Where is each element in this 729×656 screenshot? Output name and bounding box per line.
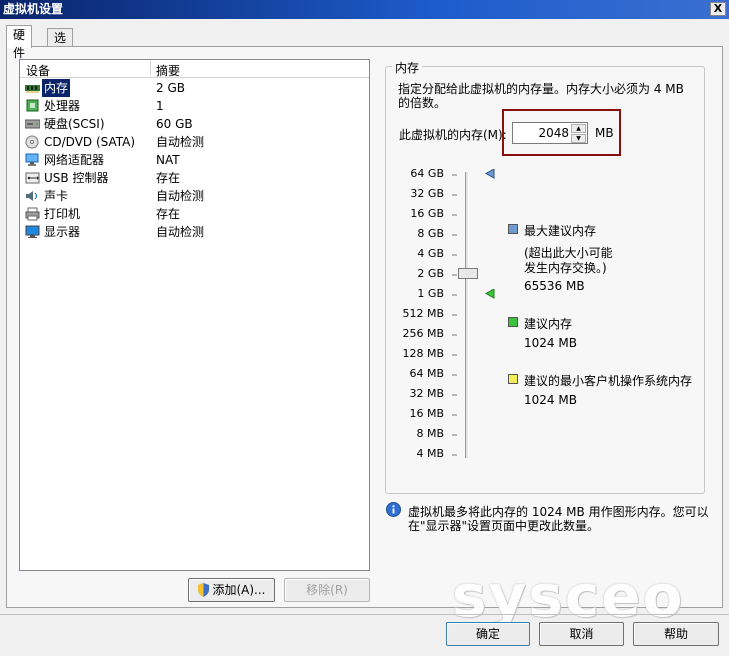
device-row-network-adapter[interactable]: 网络适配器 NAT — [22, 151, 367, 169]
scale-label: 256 MB — [402, 327, 444, 340]
sysceo-watermark: sysceo — [452, 562, 685, 630]
memory-field-label: 此虚拟机的内存(M): — [399, 128, 507, 142]
scale-label: 2 GB — [417, 267, 444, 280]
add-device-button[interactable]: 添加(A)... — [188, 578, 275, 602]
printer-icon — [25, 207, 40, 221]
min-guest-os-legend-icon — [508, 374, 518, 384]
scale-label: 16 MB — [409, 407, 444, 420]
device-name: 硬盘(SCSI) — [44, 117, 105, 131]
scale-label: 128 MB — [402, 347, 444, 360]
info-icon — [386, 502, 401, 517]
device-row-display[interactable]: 显示器 自动检测 — [22, 223, 367, 241]
remove-device-button[interactable]: 移除(R) — [284, 578, 370, 602]
device-summary: 2 GB — [156, 81, 185, 95]
scale-ticks — [452, 174, 457, 456]
scale-label: 512 MB — [402, 307, 444, 320]
memory-unit: MB — [595, 126, 614, 140]
recommended-legend-icon — [508, 317, 518, 327]
device-summary: 自动检测 — [156, 225, 205, 239]
scale-label: 64 MB — [409, 367, 444, 380]
device-row-sound-card[interactable]: 声卡 自动检测 — [22, 187, 367, 205]
max-recommended-legend-icon — [508, 224, 518, 234]
device-name: USB 控制器 — [44, 171, 109, 185]
tab-options[interactable]: 选项 — [47, 28, 74, 63]
min-guest-os-title: 建议的最小客户机操作系统内存 — [524, 374, 693, 388]
scale-label: 32 MB — [409, 387, 444, 400]
ok-button[interactable]: 确定 — [446, 622, 530, 646]
sound-card-icon — [26, 191, 37, 201]
device-name: 内存 — [42, 79, 71, 97]
shield-icon — [198, 583, 210, 597]
device-row-usb[interactable]: USB 控制器 存在 — [22, 169, 367, 187]
device-row-printer[interactable]: 打印机 存在 — [22, 205, 367, 223]
device-summary: 自动检测 — [156, 189, 205, 203]
device-list-header: 设备 摘要 — [20, 60, 369, 78]
device-row-harddisk[interactable]: 硬盘(SCSI) 60 GB — [22, 115, 367, 133]
max-recommended-marker-icon — [485, 169, 495, 179]
device-row-processor[interactable]: 处理器 1 — [22, 97, 367, 115]
device-summary: 存在 — [156, 171, 181, 185]
memory-icon — [25, 85, 40, 93]
processor-icon — [26, 99, 39, 112]
memory-size-spinbox[interactable]: 2048 ▲ ▼ — [512, 122, 588, 144]
graphics-memory-info-line2: 在"显示器"设置页面中更改此数量。 — [408, 519, 600, 533]
scale-label: 8 GB — [417, 227, 444, 240]
column-header-device[interactable]: 设备 — [26, 62, 50, 79]
max-recommended-value: 65536 MB — [524, 279, 585, 293]
close-button[interactable]: X — [710, 2, 726, 16]
memory-slider-thumb[interactable] — [458, 268, 478, 279]
usb-icon — [25, 172, 40, 184]
device-row-memory[interactable]: 内存 2 GB — [22, 79, 367, 97]
scale-label: 4 GB — [417, 247, 444, 260]
memory-group-title: 内存 — [392, 59, 423, 76]
device-name: 打印机 — [44, 207, 81, 221]
title-bar: 虚拟机设置 — [0, 0, 729, 19]
device-summary: 存在 — [156, 207, 181, 221]
device-summary: 自动检测 — [156, 135, 205, 149]
device-summary: NAT — [156, 153, 180, 167]
window-title: 虚拟机设置 — [3, 2, 64, 16]
recommended-marker-icon — [485, 289, 495, 299]
scale-label: 32 GB — [410, 187, 444, 200]
scale-label: 1 GB — [417, 287, 444, 300]
spin-down-icon[interactable]: ▼ — [571, 134, 586, 143]
scale-label: 8 MB — [416, 427, 444, 440]
scale-label: 4 MB — [416, 447, 444, 460]
memory-description-line2: 的倍数。 — [398, 96, 447, 110]
spin-up-icon[interactable]: ▲ — [571, 124, 586, 133]
device-name: 处理器 — [44, 99, 81, 113]
column-header-summary[interactable]: 摘要 — [156, 62, 180, 79]
tab-hardware[interactable]: 硬件 — [6, 25, 33, 60]
max-recommended-title: 最大建议内存 — [524, 224, 597, 238]
min-guest-os-value: 1024 MB — [524, 393, 577, 407]
device-row-cd-dvd[interactable]: CD/DVD (SATA) 自动检测 — [22, 133, 367, 151]
harddisk-icon — [25, 119, 40, 129]
memory-size-value[interactable]: 2048 — [538, 126, 569, 140]
device-summary: 1 — [156, 99, 164, 113]
max-recommended-note2: 发生内存交换。) — [524, 261, 607, 275]
device-name: 声卡 — [44, 189, 69, 203]
scale-label: 16 GB — [410, 207, 444, 220]
recommended-title: 建议内存 — [524, 317, 573, 331]
footer-divider — [0, 614, 729, 615]
device-summary: 60 GB — [156, 117, 193, 131]
cancel-button[interactable]: 取消 — [539, 622, 624, 646]
device-name: 显示器 — [44, 225, 81, 239]
device-list[interactable]: 设备 摘要 内存 2 GB 处理器 1 硬盘(SCSI) 60 GB CD/DV… — [19, 59, 370, 571]
column-separator[interactable] — [150, 61, 151, 76]
add-device-label: 添加(A)... — [212, 583, 266, 597]
cd-dvd-icon — [25, 135, 39, 149]
device-name: CD/DVD (SATA) — [44, 135, 136, 149]
device-name: 网络适配器 — [44, 153, 105, 167]
network-adapter-icon — [25, 153, 39, 166]
display-icon — [25, 225, 40, 238]
memory-slider-track[interactable] — [465, 172, 469, 458]
recommended-value: 1024 MB — [524, 336, 577, 350]
help-button[interactable]: 帮助 — [633, 622, 719, 646]
scale-label: 64 GB — [410, 167, 444, 180]
